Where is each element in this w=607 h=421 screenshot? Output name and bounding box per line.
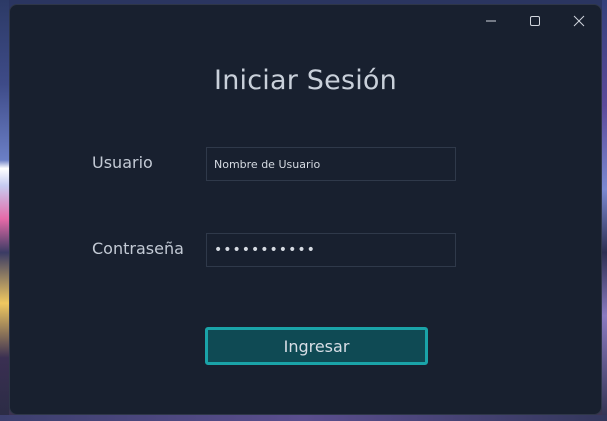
minimize-button[interactable] <box>469 5 513 37</box>
close-icon <box>573 15 585 27</box>
page-title: Iniciar Sesión <box>214 65 397 96</box>
desktop-wallpaper-left-edge <box>0 0 9 421</box>
login-window: Iniciar Sesión Usuario Contraseña Ingres… <box>9 4 602 415</box>
username-field[interactable] <box>206 147 456 181</box>
maximize-icon <box>530 16 540 26</box>
password-field[interactable] <box>206 233 456 267</box>
desktop-wallpaper-right-edge <box>602 0 607 421</box>
desktop-wallpaper-bottom-edge <box>0 415 607 421</box>
password-label: Contraseña <box>92 239 184 258</box>
maximize-button[interactable] <box>513 5 557 37</box>
username-label: Usuario <box>92 153 153 172</box>
minimize-icon <box>486 20 496 22</box>
login-button[interactable]: Ingresar <box>205 327 428 365</box>
title-bar <box>469 5 601 37</box>
close-button[interactable] <box>557 5 601 37</box>
